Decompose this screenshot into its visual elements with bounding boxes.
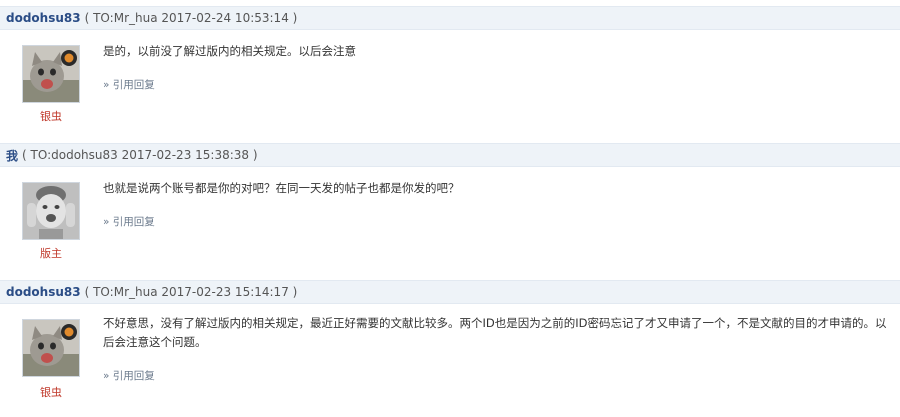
post-body: 银虫 不好意思，没有了解过版内的相关规定，最近正好需要的文献比较多。两个ID也是… <box>0 304 900 416</box>
post-content: 不好意思，没有了解过版内的相关规定，最近正好需要的文献比较多。两个ID也是因为之… <box>103 316 887 349</box>
user-role: 银虫 <box>40 386 62 399</box>
author-name[interactable]: 我 <box>6 147 18 164</box>
quote-reply-link[interactable]: » 引用回复 <box>103 214 155 229</box>
post-content: 是的，以前没了解过版内的相关规定。以后会注意 <box>103 44 356 58</box>
post-content: 也就是说两个账号都是你的对吧？在同一天发的帖子也都是你发的吧？ <box>103 181 460 195</box>
post-meta: ( TO:Mr_hua 2017-02-24 10:53:14 ) <box>84 11 298 25</box>
cat-avatar-icon <box>23 320 79 376</box>
post-header: dodohsu83 ( TO:Mr_hua 2017-02-23 15:14:1… <box>0 280 900 304</box>
post-3: dodohsu83 ( TO:Mr_hua 2017-02-23 15:14:1… <box>0 280 900 416</box>
avatar[interactable] <box>22 319 80 377</box>
quote-reply-link[interactable]: » 引用回复 <box>103 77 155 92</box>
avatar[interactable] <box>22 45 80 103</box>
post-header: 我 ( TO:dodohsu83 2017-02-23 15:38:38 ) <box>0 143 900 167</box>
cat-avatar-icon <box>23 46 79 102</box>
user-role: 银虫 <box>40 110 62 123</box>
post-body: 版主 也就是说两个账号都是你的对吧？在同一天发的帖子也都是你发的吧？ » 引用回… <box>0 167 900 279</box>
post-meta: ( TO:Mr_hua 2017-02-23 15:14:17 ) <box>84 285 298 299</box>
post-body: 银虫 是的，以前没了解过版内的相关规定。以后会注意 » 引用回复 <box>0 30 900 142</box>
quote-reply-link[interactable]: » 引用回复 <box>103 368 155 383</box>
post-1: dodohsu83 ( TO:Mr_hua 2017-02-24 10:53:1… <box>0 6 900 142</box>
post-meta: ( TO:dodohsu83 2017-02-23 15:38:38 ) <box>22 148 258 162</box>
author-name[interactable]: dodohsu83 <box>6 285 81 299</box>
user-role: 版主 <box>40 247 62 260</box>
post-2: 我 ( TO:dodohsu83 2017-02-23 15:38:38 ) 版… <box>0 143 900 279</box>
avatar[interactable] <box>22 182 80 240</box>
post-header: dodohsu83 ( TO:Mr_hua 2017-02-24 10:53:1… <box>0 6 900 30</box>
author-name[interactable]: dodohsu83 <box>6 11 81 25</box>
child-avatar-icon <box>23 183 79 239</box>
